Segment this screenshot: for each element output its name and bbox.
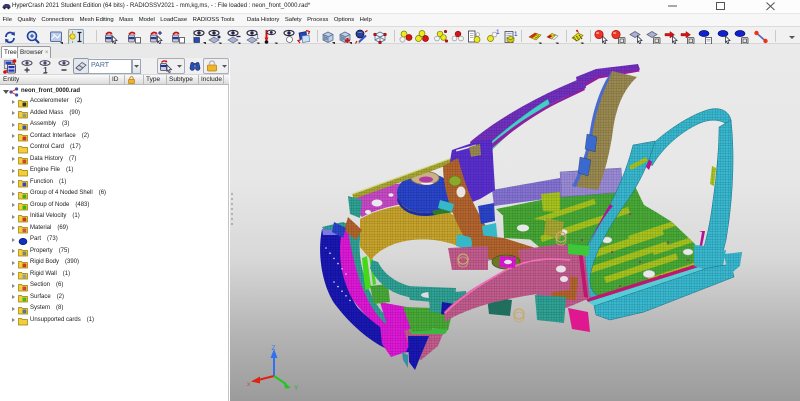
svg-text:1: 1 [256, 35, 260, 41]
svg-text:Z: Z [272, 345, 276, 352]
svg-text:1: 1 [514, 31, 518, 38]
svg-text:x: x [247, 381, 251, 388]
svg-text:Y: Y [294, 385, 299, 392]
svg-text:1: 1 [496, 29, 500, 36]
